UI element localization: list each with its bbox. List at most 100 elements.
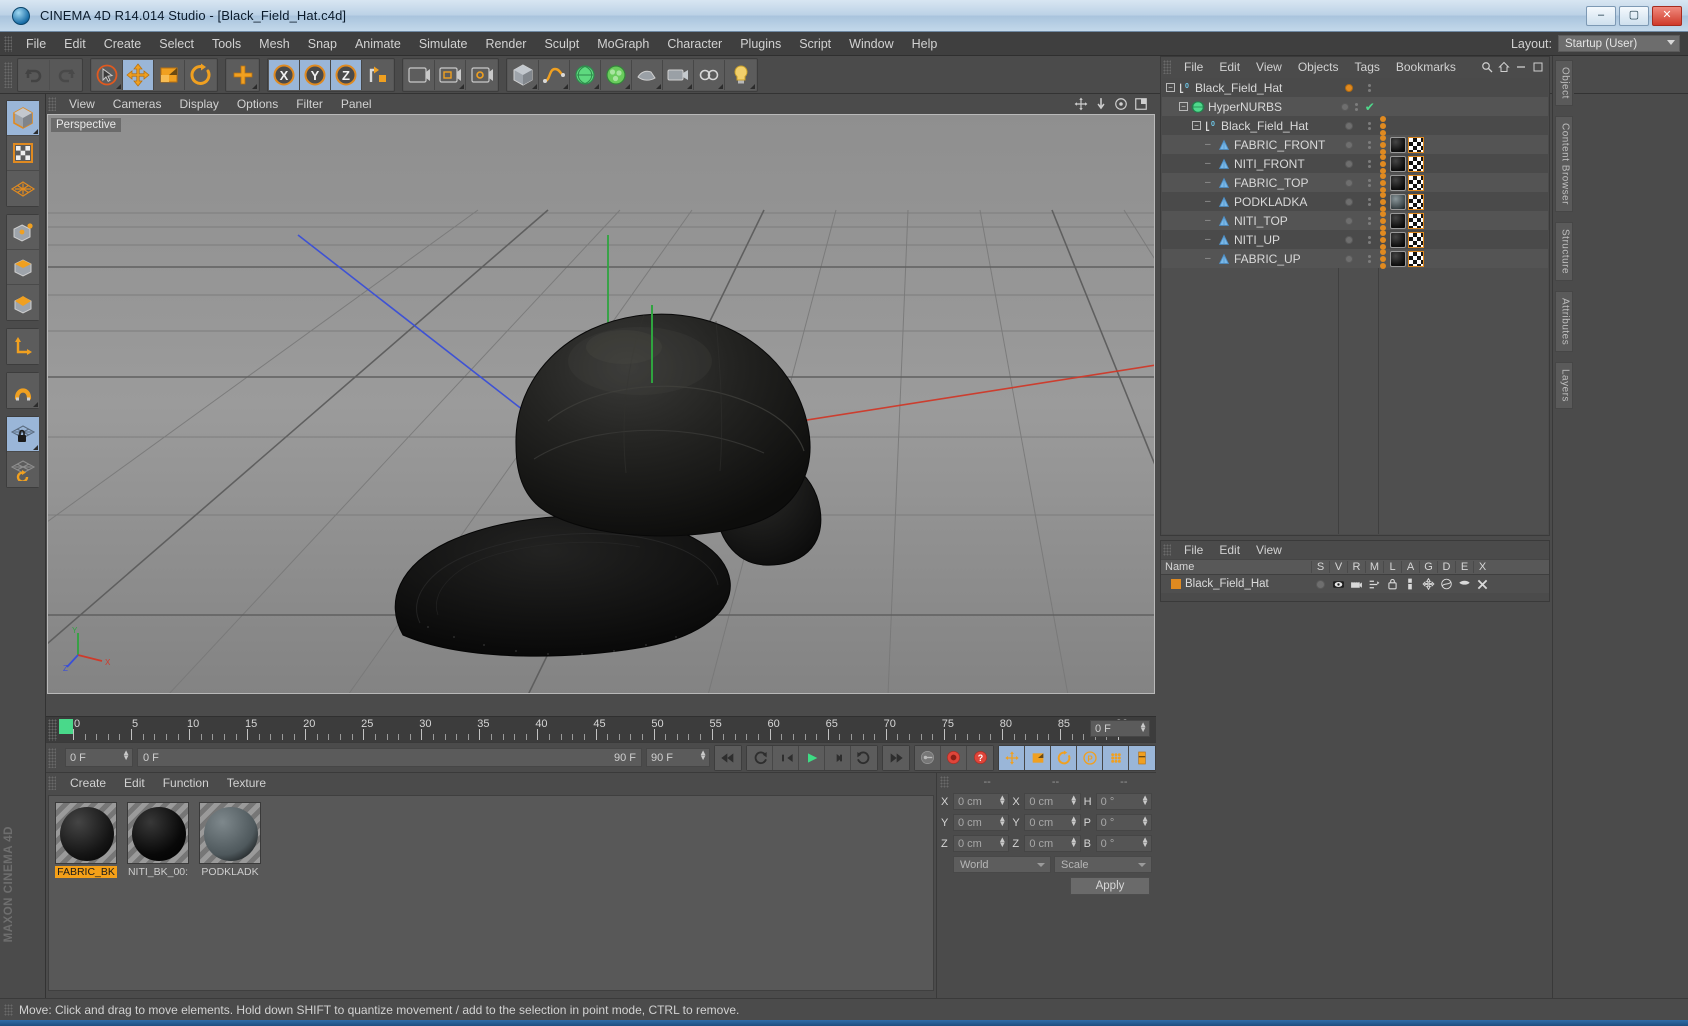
editor-render-dots[interactable]	[1367, 159, 1371, 168]
selection-tag-icon[interactable]	[1380, 172, 1386, 193]
editor-render-dots[interactable]	[1367, 197, 1371, 206]
selection-tag-icon[interactable]	[1380, 248, 1386, 269]
add-nurbs-button[interactable]	[570, 59, 601, 90]
visibility-dot[interactable]	[1345, 140, 1354, 149]
next-frame-button[interactable]	[825, 745, 851, 770]
layer-col-l[interactable]: L	[1383, 561, 1401, 573]
visibility-dot[interactable]	[1345, 178, 1354, 187]
world-coordinates-dropdown[interactable]: World	[953, 856, 1051, 873]
world-object-coordinates-button[interactable]	[362, 59, 393, 90]
layer-col-d[interactable]: D	[1437, 561, 1455, 573]
points-mode-button[interactable]	[7, 215, 39, 250]
coord-size-input[interactable]: 0 cm ▲ ▼	[1024, 793, 1081, 810]
editor-render-dots[interactable]	[1367, 140, 1371, 149]
uvw-tag-icon[interactable]	[1408, 174, 1424, 191]
material-item[interactable]: PODKLADK	[199, 802, 261, 878]
add-floor-button[interactable]	[694, 59, 725, 90]
selection-tag-icon[interactable]	[1380, 115, 1386, 136]
render-settings-button[interactable]	[466, 59, 497, 90]
lock-workplane-button[interactable]	[7, 417, 39, 452]
add-tool-button[interactable]	[227, 59, 258, 90]
menu-snap[interactable]: Snap	[299, 35, 346, 53]
material-list[interactable]: FABRIC_BK NITI_BK_00: PODKLADK	[48, 795, 934, 991]
visibility-dot[interactable]	[1345, 235, 1354, 244]
add-cube-button[interactable]	[508, 59, 539, 90]
record-parameter-button[interactable]: P	[1077, 745, 1103, 770]
expand-collapse-icon[interactable]: −	[1166, 83, 1175, 92]
go-to-end-button[interactable]	[883, 745, 909, 770]
spinner-icon[interactable]: ▲ ▼	[998, 836, 1006, 849]
menu-plugins[interactable]: Plugins	[731, 35, 790, 53]
selection-tag-icon[interactable]	[1380, 134, 1386, 155]
coord-position-input[interactable]: 0 cm ▲ ▼	[953, 835, 1010, 852]
dock-tab-attributes[interactable]: Attributes	[1554, 290, 1573, 353]
menu-help[interactable]: Help	[903, 35, 947, 53]
play-button[interactable]	[799, 745, 825, 770]
layer-expression-cell[interactable]	[1455, 579, 1473, 589]
layer-col-r[interactable]: R	[1347, 561, 1365, 573]
object-menu-file[interactable]: File	[1176, 59, 1211, 75]
material-tag-icon[interactable]	[1390, 174, 1406, 191]
menu-select[interactable]: Select	[150, 35, 203, 53]
menu-simulate[interactable]: Simulate	[410, 35, 477, 53]
object-menu-objects[interactable]: Objects	[1290, 59, 1347, 75]
menu-render[interactable]: Render	[476, 35, 535, 53]
previous-frame-button[interactable]	[773, 745, 799, 770]
menu-tools[interactable]: Tools	[203, 35, 250, 53]
visibility-dot[interactable]	[1345, 83, 1354, 92]
coord-size-input[interactable]: 0 cm ▲ ▼	[1024, 814, 1081, 831]
material-swatch[interactable]	[127, 802, 189, 864]
help-keyframe-button[interactable]: ?	[967, 745, 993, 770]
material-tag-icon[interactable]	[1390, 231, 1406, 248]
menu-create[interactable]: Create	[95, 35, 151, 53]
editor-render-dots[interactable]	[1367, 83, 1371, 92]
spinner-icon[interactable]: ▲ ▼	[1139, 721, 1147, 734]
layout-dropdown[interactable]: Startup (User)	[1558, 35, 1680, 52]
viewport-menu-panel[interactable]: Panel	[332, 96, 381, 112]
layer-table-row[interactable]: Black_Field_Hat	[1161, 575, 1549, 593]
record-scale-button[interactable]	[1025, 745, 1051, 770]
menu-file[interactable]: File	[17, 35, 55, 53]
material-tag-icon[interactable]	[1390, 136, 1406, 153]
render-region-button[interactable]	[435, 59, 466, 90]
editor-render-dots[interactable]	[1367, 216, 1371, 225]
spinner-icon[interactable]: ▲ ▼	[1070, 794, 1078, 807]
collapse-icon[interactable]	[1515, 61, 1527, 73]
menu-edit[interactable]: Edit	[55, 35, 95, 53]
viewport-menu-options[interactable]: Options	[228, 96, 287, 112]
object-row[interactable]: – NITI_FRONT	[1162, 153, 1548, 174]
add-deformer-button[interactable]	[601, 59, 632, 90]
pan-view-icon[interactable]	[1074, 97, 1088, 111]
menu-script[interactable]: Script	[790, 35, 840, 53]
viewport-menu-cameras[interactable]: Cameras	[104, 96, 171, 112]
coord-position-input[interactable]: 0 cm ▲ ▼	[953, 793, 1010, 810]
editor-render-dots[interactable]	[1367, 178, 1371, 187]
play-backwards-button[interactable]	[747, 745, 773, 770]
material-menu-edit[interactable]: Edit	[115, 775, 154, 791]
time-range-slider[interactable]: 0 F 90 F	[137, 748, 642, 767]
autokey-button[interactable]	[915, 745, 941, 770]
record-position-button[interactable]	[999, 745, 1025, 770]
add-camera-button[interactable]	[663, 59, 694, 90]
rotate-tool-button[interactable]	[185, 59, 216, 90]
layer-menu-view[interactable]: View	[1248, 542, 1290, 558]
material-item[interactable]: FABRIC_BK	[55, 802, 117, 878]
spinner-icon[interactable]: ▲ ▼	[998, 794, 1006, 807]
rotate-view-icon[interactable]	[1114, 97, 1128, 111]
move-tool-button[interactable]	[123, 59, 154, 90]
visibility-dot[interactable]	[1345, 216, 1354, 225]
polygons-mode-button[interactable]	[7, 285, 39, 320]
editor-render-dots[interactable]	[1355, 102, 1359, 111]
object-row[interactable]: − 0 Black_Field_Hat	[1162, 78, 1548, 97]
visibility-dot[interactable]	[1345, 121, 1354, 130]
uvw-tag-icon[interactable]	[1408, 193, 1424, 210]
material-menu-create[interactable]: Create	[61, 775, 115, 791]
visibility-dot[interactable]	[1341, 102, 1350, 111]
current-time-marker[interactable]	[59, 719, 73, 734]
selection-tag-icon[interactable]	[1380, 191, 1386, 212]
layer-col-x[interactable]: X	[1473, 561, 1491, 573]
maximize-view-icon[interactable]	[1134, 97, 1148, 111]
material-swatch[interactable]	[55, 802, 117, 864]
model-mode-button[interactable]	[7, 101, 39, 136]
layer-col-a[interactable]: A	[1401, 561, 1419, 573]
